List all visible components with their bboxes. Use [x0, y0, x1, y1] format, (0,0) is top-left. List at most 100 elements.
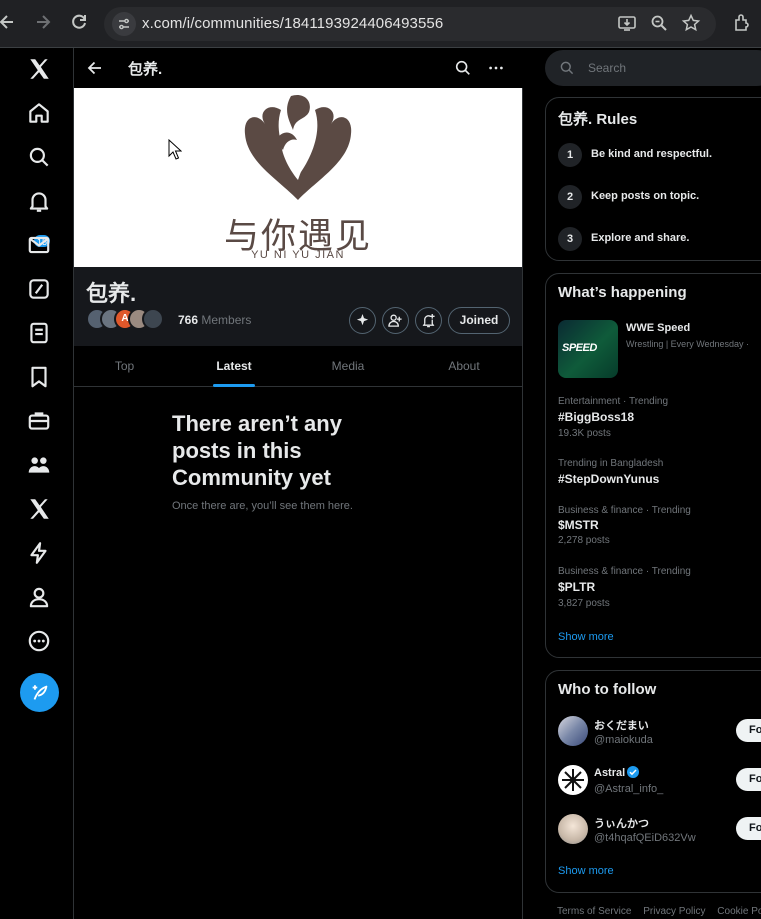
- tab-media[interactable]: Media: [292, 346, 404, 386]
- mouse-cursor-icon: [168, 139, 182, 160]
- follow-button[interactable]: Fo: [736, 768, 761, 791]
- footer-link[interactable]: Privacy Policy: [643, 906, 705, 917]
- rule-text: Be kind and respectful.: [591, 148, 713, 160]
- community-header: 包养.: [74, 48, 523, 88]
- featured-event-image[interactable]: SPEED: [558, 320, 618, 378]
- show-more-trends-link[interactable]: Show more: [558, 631, 614, 643]
- primary-navigation: 15: [0, 48, 74, 919]
- show-more-follow-link[interactable]: Show more: [558, 865, 614, 877]
- bookmark-star-icon[interactable]: [681, 13, 703, 35]
- back-arrow-icon[interactable]: [0, 12, 18, 34]
- footer-link[interactable]: Terms of Service: [557, 906, 631, 917]
- happening-title: What’s happening: [558, 284, 687, 301]
- trend-meta: Business & finance · Trending: [558, 566, 691, 577]
- trend-count: 3,827 posts: [558, 598, 610, 609]
- astral-logo-icon: [562, 769, 584, 791]
- rule-number: 2: [558, 185, 582, 209]
- grok-icon[interactable]: [26, 276, 54, 304]
- messages-mail-icon[interactable]: [26, 232, 54, 260]
- featured-image-text: SPEED: [562, 342, 597, 354]
- x-logo-icon[interactable]: [26, 56, 54, 84]
- community-rules-card: 包养. Rules 1 Be kind and respectful. 2 Ke…: [545, 97, 761, 261]
- user-handle: @maiokuda: [594, 734, 653, 746]
- feather-plus-icon: [32, 684, 47, 700]
- more-circle-icon[interactable]: [26, 628, 54, 656]
- empty-state-subtitle: Once there are, you’ll see them here.: [172, 500, 353, 512]
- community-name: 包养.: [86, 281, 137, 306]
- trend-name[interactable]: #StepDownYunus: [558, 472, 659, 486]
- notifications-bell-icon[interactable]: [26, 188, 54, 216]
- banner-logo-subtext: YU NI YU JIAN: [251, 249, 345, 261]
- home-icon[interactable]: [26, 100, 54, 128]
- active-tab-indicator: [213, 384, 255, 387]
- site-settings-icon[interactable]: [112, 12, 136, 36]
- community-banner: 与你遇见 YU NI YU JIAN: [74, 88, 522, 267]
- follow-suggestion[interactable]: うぃんかつ @t4hqafQEiD632Vw Fo: [558, 812, 761, 848]
- reload-icon[interactable]: [68, 12, 90, 34]
- verified-badge-icon: [627, 766, 640, 778]
- trend-count: 2,278 posts: [558, 535, 610, 546]
- community-info: 包养. A 766 Members Joined: [74, 267, 522, 346]
- verified-orgs-lightning-icon[interactable]: [26, 540, 54, 568]
- footer-links: Terms of Service Privacy Policy Cookie P…: [557, 906, 761, 917]
- address-bar[interactable]: x.com/i/communities/1841193924406493556: [104, 7, 716, 41]
- url-text[interactable]: x.com/i/communities/1841193924406493556: [142, 15, 443, 32]
- member-avatars[interactable]: A: [86, 308, 176, 332]
- back-arrow-icon[interactable]: [85, 58, 105, 78]
- premium-x-icon[interactable]: [26, 496, 54, 524]
- follow-suggestion[interactable]: Astral @Astral_info_ Fo: [558, 763, 761, 799]
- forward-arrow-icon[interactable]: [32, 12, 54, 34]
- search-placeholder: Search: [588, 61, 627, 75]
- profile-icon[interactable]: [26, 584, 54, 612]
- rule-text: Explore and share.: [591, 232, 690, 244]
- communities-icon[interactable]: [26, 452, 54, 480]
- follow-button[interactable]: Fo: [736, 817, 761, 840]
- member-count[interactable]: 766 Members: [178, 313, 251, 327]
- follow-suggestion[interactable]: おくだまい @maiokuda Fo: [558, 714, 761, 750]
- community-tabs: Top Latest Media About: [74, 346, 522, 387]
- bell-plus-icon: [422, 313, 435, 328]
- trend-meta: Entertainment · Trending: [558, 396, 669, 407]
- footer-link[interactable]: Cookie Polic: [717, 906, 761, 917]
- more-options-icon[interactable]: [487, 59, 505, 82]
- lists-icon[interactable]: [26, 320, 54, 348]
- search-input[interactable]: Search: [545, 50, 761, 86]
- user-handle: @t4hqafQEiD632Vw: [594, 832, 696, 844]
- trend-name[interactable]: $MSTR: [558, 518, 599, 532]
- trend-name[interactable]: $PLTR: [558, 580, 595, 594]
- trend-meta: Business & finance · Trending: [558, 505, 691, 516]
- follow-button[interactable]: Fo: [736, 719, 761, 742]
- grok-summary-button[interactable]: [349, 307, 376, 334]
- featured-event-subtitle: Wrestling | Every Wednesday ·: [626, 339, 750, 349]
- avatar: [558, 814, 588, 844]
- jobs-briefcase-icon[interactable]: [26, 408, 54, 436]
- main-column: 包养. 与你遇见 YU NI YU JIAN 包养. A 766 Members: [74, 48, 523, 919]
- compose-post-button[interactable]: [20, 673, 59, 712]
- tab-latest[interactable]: Latest: [178, 346, 290, 386]
- user-name: うぃんかつ: [594, 818, 649, 830]
- bookmarks-icon[interactable]: [26, 364, 54, 392]
- featured-event-title[interactable]: WWE Speed: [626, 322, 690, 334]
- search-icon[interactable]: [454, 59, 472, 82]
- browser-toolbar: x.com/i/communities/1841193924406493556: [0, 0, 761, 48]
- extensions-icon[interactable]: [732, 12, 754, 34]
- empty-state-title: There aren’t any posts in this Community…: [172, 411, 342, 490]
- trend-meta: Trending in Bangladesh: [558, 458, 664, 469]
- joined-button[interactable]: Joined: [448, 307, 510, 334]
- explore-search-icon[interactable]: [26, 144, 54, 172]
- avatar: [558, 716, 588, 746]
- zoom-icon[interactable]: [649, 13, 671, 35]
- trend-name[interactable]: #BiggBoss18: [558, 410, 634, 424]
- user-name: Astral: [594, 766, 640, 779]
- tab-top[interactable]: Top: [74, 346, 175, 386]
- rule-number: 1: [558, 143, 582, 167]
- invite-button[interactable]: [382, 307, 409, 334]
- tab-about[interactable]: About: [406, 346, 522, 386]
- user-handle: @Astral_info_: [594, 783, 664, 795]
- install-app-icon[interactable]: [617, 13, 639, 35]
- page-title: 包养.: [128, 61, 163, 78]
- trend-count: 19.3K posts: [558, 428, 611, 439]
- user-name: おくだまい: [594, 720, 649, 732]
- avatar: [558, 765, 588, 795]
- notifications-toggle-button[interactable]: [415, 307, 442, 334]
